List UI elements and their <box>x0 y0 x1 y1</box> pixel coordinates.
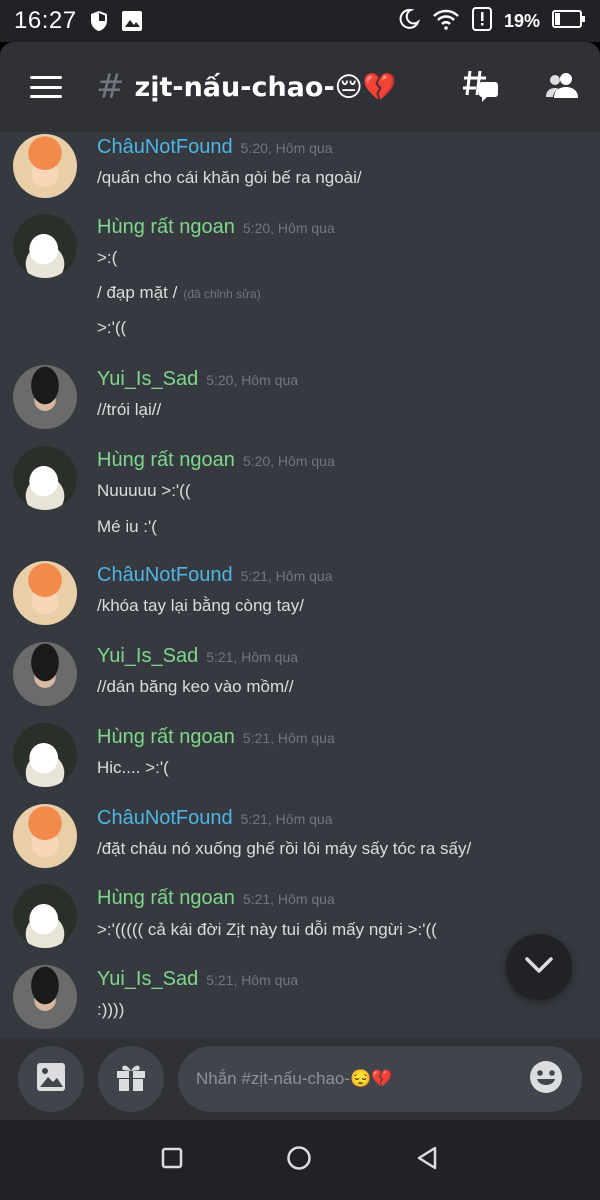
timestamp: 5:21, Hôm qua <box>206 972 299 988</box>
message-input[interactable] <box>196 1069 528 1089</box>
status-time: 16:27 <box>14 7 77 34</box>
shield-icon <box>89 10 109 32</box>
avatar[interactable] <box>13 723 77 787</box>
message-text: Hic.... >:'( <box>97 758 169 777</box>
timestamp: 5:20, Hôm qua <box>206 372 299 388</box>
avatar[interactable] <box>13 561 77 625</box>
recents-button[interactable] <box>161 1147 183 1173</box>
status-bar: 16:27 19% <box>0 0 600 42</box>
message-text: >:( <box>97 248 118 267</box>
avatar[interactable] <box>13 365 77 429</box>
attach-image-button[interactable] <box>18 1046 84 1112</box>
message-text: /quấn cho cái khăn gòi bế ra ngoài/ <box>97 168 362 187</box>
alert-icon <box>471 7 492 35</box>
timestamp: 5:20, Hôm qua <box>242 220 335 236</box>
message-text: Nuuuuu >:'(( <box>97 481 191 500</box>
members-icon[interactable] <box>544 70 580 104</box>
message-list[interactable]: ChâuNotFound 5:20, Hôm qua /quấn cho cái … <box>0 132 600 1038</box>
timestamp: 5:21, Hôm qua <box>242 730 335 746</box>
message-text: /đặt cháu nó xuống ghế rồi lôi máy sấy t… <box>97 839 472 858</box>
username[interactable]: Yui_Is_Sad 5:20, Hôm qua <box>97 368 298 391</box>
username[interactable]: Hùng rất ngoan 5:21, Hôm qua <box>97 887 335 910</box>
gift-button[interactable] <box>98 1046 164 1112</box>
edited-label: (đã chỉnh sửa) <box>183 287 261 301</box>
image-icon <box>35 1061 67 1097</box>
gift-icon <box>114 1061 148 1097</box>
message-text: Mé iu :'( <box>97 517 157 536</box>
hash-icon: # <box>96 67 125 107</box>
username[interactable]: Yui_Is_Sad 5:21, Hôm qua <box>97 645 298 668</box>
moon-icon <box>398 8 421 34</box>
username[interactable]: ChâuNotFound 5:21, Hôm qua <box>97 807 333 830</box>
username[interactable]: Hùng rất ngoan 5:20, Hôm qua <box>97 216 335 239</box>
timestamp: 5:20, Hôm qua <box>240 140 333 156</box>
home-button[interactable] <box>286 1145 312 1175</box>
username[interactable]: Hùng rất ngoan 5:20, Hôm qua <box>97 449 335 472</box>
username[interactable]: ChâuNotFound 5:20, Hôm qua <box>97 136 333 159</box>
message-text: //trói lại// <box>97 400 162 419</box>
jump-to-bottom-button[interactable] <box>506 934 572 1000</box>
avatar[interactable] <box>13 804 77 868</box>
avatar[interactable] <box>13 134 77 198</box>
menu-icon[interactable] <box>30 76 62 98</box>
message-text: >:'(( <box>97 318 127 337</box>
avatar[interactable] <box>13 642 77 706</box>
emoji-icon[interactable] <box>528 1059 564 1099</box>
timestamp: 5:21, Hôm qua <box>240 811 333 827</box>
system-nav-bar <box>0 1120 600 1200</box>
channel-title: zịt-nấu-chao-😔💔 <box>134 72 397 103</box>
message-text: >:'((((( cả kái đời Zịt này tui dỗi mấy … <box>97 920 437 939</box>
avatar[interactable] <box>13 214 77 278</box>
message-input-wrapper[interactable] <box>178 1046 582 1112</box>
timestamp: 5:20, Hôm qua <box>242 453 335 469</box>
battery-percent: 19% <box>503 10 540 31</box>
message-text: / đạp mặt / (đã chỉnh sửa) <box>97 283 261 302</box>
chevron-down-icon <box>524 956 554 978</box>
wifi-icon <box>432 8 460 34</box>
threads-icon[interactable] <box>462 67 500 107</box>
chat-screen: # zịt-nấu-chao-😔💔 ChâuNotFound 5:20, Hôm … <box>0 42 600 1120</box>
battery-icon <box>552 9 586 33</box>
channel-header: # zịt-nấu-chao-😔💔 <box>0 42 600 132</box>
avatar[interactable] <box>13 446 77 510</box>
message-text: :)))) <box>97 1000 125 1019</box>
avatar[interactable] <box>13 965 77 1029</box>
username[interactable]: ChâuNotFound 5:21, Hôm qua <box>97 564 333 587</box>
timestamp: 5:21, Hôm qua <box>206 649 299 665</box>
message-text: /khóa tay lại bằng còng tay/ <box>97 596 304 615</box>
back-button[interactable] <box>415 1145 439 1175</box>
username[interactable]: Hùng rất ngoan 5:21, Hôm qua <box>97 726 335 749</box>
message-text: //dán băng keo vào mồm// <box>97 677 294 696</box>
username[interactable]: Yui_Is_Sad 5:21, Hôm qua <box>97 968 298 991</box>
timestamp: 5:21, Hôm qua <box>240 568 333 584</box>
timestamp: 5:21, Hôm qua <box>242 891 335 907</box>
image-icon <box>121 10 143 32</box>
avatar[interactable] <box>13 884 77 948</box>
message-composer <box>0 1038 600 1120</box>
